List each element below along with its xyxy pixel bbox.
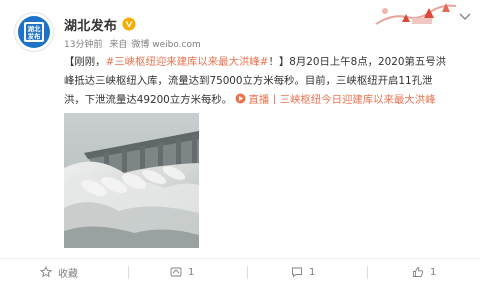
- post-text-open: 【刚刚，: [64, 56, 106, 68]
- repost-count: 1: [188, 266, 195, 278]
- divider: [247, 266, 248, 279]
- favorite-label: 收藏: [58, 268, 78, 280]
- repost-icon: [170, 267, 182, 277]
- verified-v-icon[interactable]: [122, 17, 136, 31]
- like-button[interactable]: 1: [412, 259, 436, 285]
- weibo-post-card: 湖北 发布 湖北发布 13分钟前 来自 微博 weibo.com 【刚刚，#三峡枢…: [0, 0, 480, 285]
- post-text-line1-rest: ！】8月20日上午8点，2020第五号洪: [268, 56, 447, 68]
- user-line: 湖北发布: [64, 15, 136, 34]
- comment-button[interactable]: 1: [291, 259, 315, 285]
- favorite-button[interactable]: 收藏: [40, 259, 78, 285]
- divider: [128, 266, 129, 279]
- post-meta: 13分钟前 来自 微博 weibo.com: [64, 37, 205, 50]
- post-time[interactable]: 13分钟前: [64, 40, 102, 50]
- dam-photo: [64, 113, 199, 248]
- post-text-line3: 洪，下泄流量达49200立方米每秒。: [64, 94, 233, 106]
- comment-icon: [292, 267, 302, 278]
- avatar-text-bottom: 发布: [27, 32, 42, 41]
- live-link-icon: [235, 93, 246, 104]
- post-text: 【刚刚，#三峡枢纽迎来建库以来最大洪峰#！】8月20日上午8点，2020第五号洪…: [64, 53, 469, 110]
- post-source[interactable]: 微博 weibo.com: [131, 40, 200, 50]
- live-link[interactable]: 直播丨三峡枢纽今日迎建库以来最大洪峰: [235, 93, 436, 106]
- post-image-dam-flood[interactable]: [64, 113, 199, 248]
- source-prefix: 来自: [109, 40, 128, 50]
- star-icon: [40, 266, 52, 278]
- divider: [367, 266, 368, 279]
- action-bar: 收藏 1 1 1: [0, 258, 480, 285]
- chevron-down-icon[interactable]: [459, 13, 471, 21]
- avatar-logo-icon: 湖北 发布: [24, 22, 44, 42]
- repost-button[interactable]: 1: [170, 259, 194, 285]
- user-name[interactable]: 湖北发布: [64, 15, 117, 34]
- avatar-logo: 湖北 发布: [18, 16, 50, 48]
- avatar[interactable]: 湖北 发布: [15, 13, 53, 51]
- great-wall-decoration-icon: [375, 3, 457, 25]
- thumbs-up-icon: [413, 267, 424, 277]
- comment-count: 1: [309, 266, 316, 278]
- hashtag-link[interactable]: #三峡枢纽迎来建库以来最大洪峰#: [106, 56, 269, 68]
- like-count: 1: [430, 266, 437, 278]
- live-link-label: 直播丨三峡枢纽今日迎建库以来最大洪峰: [248, 94, 436, 106]
- post-text-line2: 峰抵达三峡枢纽入库，流量达到75000立方米每秒。目前，三峡枢纽开启11孔泄: [64, 75, 433, 87]
